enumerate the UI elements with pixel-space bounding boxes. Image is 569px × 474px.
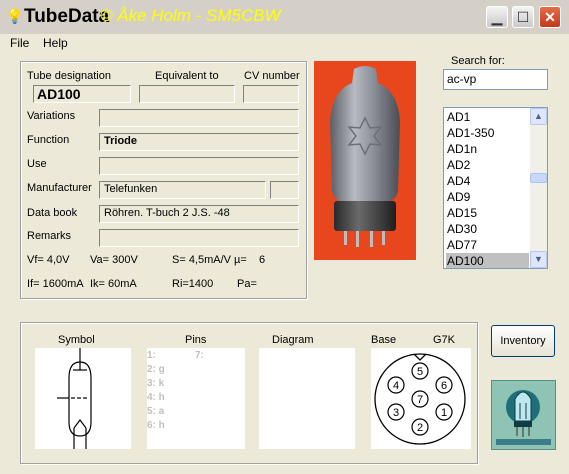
minimize-icon: ▁ [491, 9, 503, 25]
scroll-down-button[interactable]: ▼ [530, 251, 547, 268]
equivalent-field[interactable] [139, 85, 235, 103]
scroll-up-button[interactable]: ▲ [530, 108, 547, 125]
param-pa: Pa= [237, 278, 257, 290]
param-mu-value: 6 [259, 254, 266, 266]
listbox-scrollbar[interactable]: ▲ ▼ [530, 108, 547, 268]
param-mu-label: µ= [234, 254, 247, 266]
list-item[interactable]: AD4 [446, 173, 529, 189]
svg-text:2: 2 [417, 422, 423, 434]
svg-text:4: 4 [393, 380, 399, 392]
logo-image [492, 381, 555, 449]
manufacturer-label: Manufacturer [27, 182, 92, 194]
window-title: TubeData [24, 6, 110, 27]
list-item[interactable]: AD1 [446, 109, 529, 125]
function-label: Function [27, 134, 70, 146]
list-item-selected[interactable]: AD100 [446, 253, 529, 268]
variations-field[interactable] [99, 109, 299, 127]
base-type-label: G7K [433, 334, 456, 346]
app-window: 💡 TubeData © Åke Holm - SM5CBW ▁ ☐ ✕ Fil… [0, 0, 569, 474]
chevron-up-icon: ▲ [534, 111, 543, 121]
svg-text:5: 5 [417, 366, 423, 378]
diagram-label: Diagram [272, 334, 314, 346]
app-bulb-icon: 💡 [6, 8, 24, 24]
svg-text:1: 1 [441, 407, 447, 419]
use-field[interactable] [99, 157, 299, 175]
tube-logo-icon [491, 380, 556, 450]
menu-help[interactable]: Help [43, 36, 68, 50]
base-pinout-diagram: 5 4 6 7 3 1 2 [374, 353, 466, 445]
menu-bar: File Help [0, 34, 569, 52]
svg-text:3: 3 [393, 407, 399, 419]
base-label: Base [371, 334, 397, 346]
param-ik: Ik= 60mA [90, 278, 137, 290]
maximize-button[interactable]: ☐ [512, 6, 534, 28]
pin-2: 2: g [147, 364, 165, 375]
remarks-field[interactable] [99, 229, 299, 247]
cv-number-label: CV number [244, 70, 300, 82]
list-item[interactable]: AD1-350 [446, 125, 529, 141]
base-panel: 5 4 6 7 3 1 2 [371, 348, 471, 449]
list-item[interactable]: AD2 [446, 157, 529, 173]
list-item[interactable]: AD15 [446, 205, 529, 221]
search-label: Search for: [451, 55, 505, 67]
pin-4: 4: h [147, 392, 165, 403]
tube-listbox[interactable]: AD1 AD1-350 AD1n AD2 AD4 AD9 AD15 AD30 A… [443, 107, 548, 269]
minimize-button[interactable]: ▁ [486, 6, 508, 28]
base-pin-7: 7 [411, 390, 429, 408]
base-pin-5: 5 [411, 362, 429, 380]
variations-label: Variations [27, 110, 76, 122]
base-pin-1: 1 [435, 403, 453, 421]
pin-6: 6: h [147, 420, 165, 431]
maximize-icon: ☐ [516, 9, 530, 25]
param-ri: Ri=1400 [172, 278, 214, 290]
base-pin-2: 2 [411, 418, 429, 436]
pin-5: 5: a [147, 406, 165, 417]
manufacturer-extra-field[interactable] [270, 181, 299, 199]
remarks-label: Remarks [27, 230, 72, 242]
list-item[interactable]: AD1n [446, 141, 529, 157]
use-label: Use [27, 158, 47, 170]
param-s: S= 4,5mA/V [172, 254, 232, 266]
cv-number-field[interactable] [243, 85, 299, 103]
pin-1: 1: [147, 350, 156, 361]
pins-panel: 1: 2: g 3: k 4: h 5: a 6: h 7: [147, 348, 245, 449]
window-credit: © Åke Holm - SM5CBW [100, 6, 281, 25]
param-vf: Vf= 4,0V [27, 254, 70, 266]
symbol-panel [35, 348, 131, 449]
databook-label: Data book [27, 207, 78, 219]
tube-designation-field[interactable]: AD100 [33, 85, 131, 103]
inventory-button[interactable]: Inventory [491, 325, 555, 357]
tube-photo [314, 61, 416, 260]
list-item[interactable]: AD30 [446, 221, 529, 237]
list-item[interactable]: AD77 [446, 237, 529, 253]
symbol-label: Symbol [58, 334, 95, 346]
tube-designation-label: Tube designation [27, 70, 111, 82]
list-item[interactable]: AD9 [446, 189, 529, 205]
menu-file[interactable]: File [10, 36, 29, 50]
pin-7: 7: [195, 350, 204, 361]
svg-text:7: 7 [417, 394, 423, 406]
base-pin-3: 3 [387, 403, 405, 421]
manufacturer-field[interactable]: Telefunken [99, 181, 266, 199]
chevron-down-icon: ▼ [534, 254, 543, 264]
close-icon: ✕ [544, 9, 556, 25]
search-input[interactable]: ac-vp [443, 69, 548, 90]
svg-text:6: 6 [441, 380, 447, 392]
databook-field[interactable]: Röhren. T-buch 2 J.S. -48 [99, 205, 299, 223]
param-if: If= 1600mA [27, 278, 84, 290]
param-va: Va= 300V [90, 254, 138, 266]
close-button[interactable]: ✕ [539, 6, 561, 28]
pins-label: Pins [185, 334, 207, 346]
base-pin-4: 4 [387, 376, 405, 394]
equivalent-label: Equivalent to [155, 70, 219, 82]
base-pin-6: 6 [435, 376, 453, 394]
title-bar[interactable]: 💡 TubeData © Åke Holm - SM5CBW ▁ ☐ ✕ [0, 0, 569, 34]
vacuum-tube-image [330, 66, 400, 247]
pin-3: 3: k [147, 378, 165, 389]
triode-symbol-icon [57, 348, 92, 449]
scroll-thumb[interactable] [530, 173, 547, 183]
function-field[interactable]: Triode [99, 133, 299, 151]
diagram-panel [259, 348, 355, 449]
